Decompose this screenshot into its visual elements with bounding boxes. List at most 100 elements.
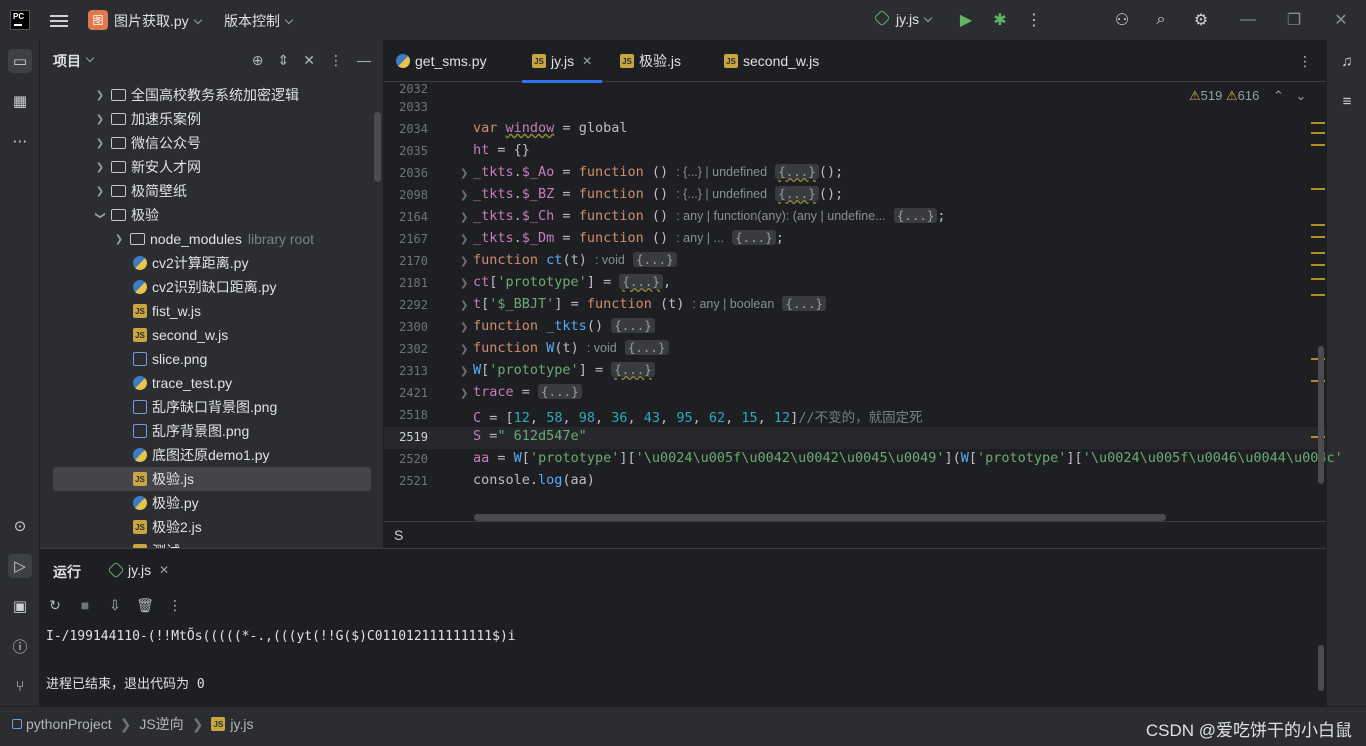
database-icon[interactable]: ≡ [1335, 89, 1359, 113]
prev-highlight-icon[interactable]: ⌃ [1273, 88, 1284, 103]
vcs-menu[interactable]: 版本控制 [224, 11, 294, 31]
tree-file[interactable]: JS 极验2.js [40, 515, 383, 539]
debug-icon[interactable]: ✱ [990, 10, 1010, 30]
run-icon[interactable]: ▶ [956, 10, 976, 30]
chevron-right-icon[interactable]: ❯ [93, 114, 107, 125]
editor-horizontal-scrollbar[interactable] [474, 514, 1166, 521]
collapsed-block[interactable]: {...} [782, 296, 827, 311]
rerun-icon[interactable]: ↻ [46, 597, 64, 614]
error-stripe-mark[interactable] [1311, 294, 1325, 296]
tree-file[interactable]: trace_test.py [40, 371, 383, 395]
clear-output-icon[interactable]: 🗑 [136, 597, 154, 614]
project-folder-icon[interactable]: ▭ [8, 49, 32, 73]
run-panel-title[interactable]: 运行 [53, 562, 81, 582]
run-more-icon[interactable]: ⋮ [166, 597, 184, 614]
expand-collapse-icon[interactable]: ⇕ [278, 52, 290, 69]
inspection-widget[interactable]: ⚠519 ⚠616 ⌃ ⌄ [1189, 88, 1306, 104]
chevron-right-icon[interactable]: ❯ [112, 234, 126, 245]
code-line[interactable]: C = [12, 58, 98, 36, 43, 95, 62, 15, 12]… [473, 406, 923, 426]
run-tab-close-icon[interactable]: ✕ [159, 563, 169, 577]
close-icon[interactable]: ✕ [1331, 10, 1351, 30]
editor-vertical-scrollbar[interactable] [1318, 346, 1324, 484]
tree-folder[interactable]: ❯ node_modules library root [40, 227, 383, 251]
chevron-right-icon[interactable]: ❯ [93, 162, 107, 173]
error-stripe-mark[interactable] [1311, 188, 1325, 190]
fold-chevron-icon[interactable]: ❯ [460, 300, 468, 311]
tree-file[interactable]: 底图还原demo1.py [40, 443, 383, 467]
more-tools-icon[interactable]: ⋯ [8, 129, 32, 153]
code-line[interactable]: aa = W['prototype']['\u0024\u005f\u0042\… [473, 450, 1343, 466]
tree-folder[interactable]: ❯ 微信公众号 [40, 131, 383, 155]
run-tab-jy-js[interactable]: jy.js ✕ [107, 561, 169, 579]
code-line[interactable]: _tkts.$_BZ = function () : {...} | undef… [473, 186, 843, 202]
chevron-down-icon[interactable]: ❯ [95, 208, 106, 222]
code-line[interactable]: function ct(t) : void {...} [473, 252, 677, 268]
tab-jy-js[interactable]: JS jy.js ✕ [522, 40, 603, 83]
more-actions-icon[interactable]: ⋮ [1024, 10, 1044, 30]
run-panel-icon[interactable]: ▷ [8, 554, 32, 578]
code-line[interactable]: _tkts.$_Dm = function () : any | ... {..… [473, 230, 784, 246]
tab-get-sms[interactable]: get_sms.py [396, 40, 487, 82]
services-icon[interactable]: ⊙ [8, 514, 32, 538]
fold-chevron-icon[interactable]: ❯ [460, 190, 468, 201]
fold-chevron-icon[interactable]: ❯ [460, 388, 468, 399]
tree-file[interactable]: JS second_w.js [40, 323, 383, 347]
code-line[interactable]: ct['prototype'] = {...}, [473, 274, 671, 290]
locate-icon[interactable]: ⊕ [252, 52, 264, 69]
fold-chevron-icon[interactable]: ❯ [460, 256, 468, 267]
stop-icon[interactable]: ■ [76, 597, 94, 614]
collapsed-block[interactable]: {...} [893, 208, 938, 223]
next-highlight-icon[interactable]: ⌄ [1296, 88, 1307, 103]
collapsed-block[interactable]: {...} [611, 362, 655, 377]
code-line[interactable]: _tkts.$_Ch = function () : any | functio… [473, 208, 946, 224]
tab-second-w[interactable]: JS second_w.js [724, 40, 819, 82]
fold-chevron-icon[interactable]: ❯ [460, 168, 468, 179]
collapse-all-icon[interactable]: ✕ [303, 52, 315, 69]
hide-panel-icon[interactable]: — [357, 52, 371, 69]
error-stripe-mark[interactable] [1311, 224, 1325, 226]
fold-chevron-icon[interactable]: ❯ [460, 366, 468, 377]
breadcrumb-project[interactable]: pythonProject [26, 716, 112, 732]
collapsed-block[interactable]: {...} [619, 274, 663, 289]
collapsed-block[interactable]: {...} [611, 318, 655, 333]
tree-file[interactable]: JS 测试 [40, 539, 383, 548]
tree-file[interactable]: cv2计算距离.py [40, 251, 383, 275]
tree-folder[interactable]: ❯ 新安人才网 [40, 155, 383, 179]
structure-icon[interactable]: ▦ [8, 89, 32, 113]
breadcrumb-file[interactable]: jy.js [230, 716, 253, 732]
fold-chevron-icon[interactable]: ❯ [460, 212, 468, 223]
git-icon[interactable]: ⑂ [8, 674, 32, 698]
tree-folder[interactable]: ❯ 全国高校教务系统加密逻辑 [40, 83, 383, 107]
main-menu-icon[interactable] [50, 12, 68, 28]
tree-file[interactable]: slice.png [40, 347, 383, 371]
run-config-selector[interactable]: jy.js [873, 9, 933, 27]
code-line[interactable]: console.log(aa) [473, 472, 595, 488]
code-line[interactable]: function W(t) : void {...} [473, 340, 669, 356]
minimize-icon[interactable]: — [1238, 10, 1258, 30]
tree-folder[interactable]: ❯ 加速乐案例 [40, 107, 383, 131]
code-line[interactable]: t['$_BBJT'] = function (t) : any | boole… [473, 296, 827, 312]
tree-folder[interactable]: ❯ 极验 [40, 203, 383, 227]
search-icon[interactable]: ⌕ [1151, 10, 1171, 30]
collapsed-block[interactable]: {...} [732, 230, 776, 245]
breadcrumb-folder[interactable]: JS逆向 [139, 714, 183, 734]
options-icon[interactable]: ⋮ [329, 52, 343, 69]
error-stripe-mark[interactable] [1311, 236, 1325, 238]
notifications-bell-icon[interactable]: ♫ [1335, 49, 1359, 73]
terminal-icon[interactable]: ▣ [8, 594, 32, 618]
settings-gear-icon[interactable]: ⚙ [1191, 10, 1211, 30]
tree-file[interactable]: 乱序背景图.png [40, 419, 383, 443]
scroll-to-end-icon[interactable]: ⇩ [106, 597, 124, 614]
code-line[interactable]: ht = {} [473, 142, 530, 158]
problems-icon[interactable]: ⓘ [8, 634, 32, 658]
console-scrollbar[interactable] [1318, 645, 1324, 691]
tab-close-icon[interactable]: ✕ [582, 54, 592, 68]
tree-file[interactable]: 极验.py [40, 491, 383, 515]
tabs-more-icon[interactable]: ⋮ [1298, 40, 1312, 82]
code-line[interactable]: _tkts.$_Ao = function () : {...} | undef… [473, 164, 843, 180]
collapsed-block[interactable]: {...} [775, 164, 819, 179]
collapsed-block[interactable]: {...} [632, 252, 677, 267]
chevron-right-icon[interactable]: ❯ [93, 186, 107, 197]
editor-search-bar[interactable]: S [384, 521, 1326, 548]
fold-chevron-icon[interactable]: ❯ [460, 344, 468, 355]
